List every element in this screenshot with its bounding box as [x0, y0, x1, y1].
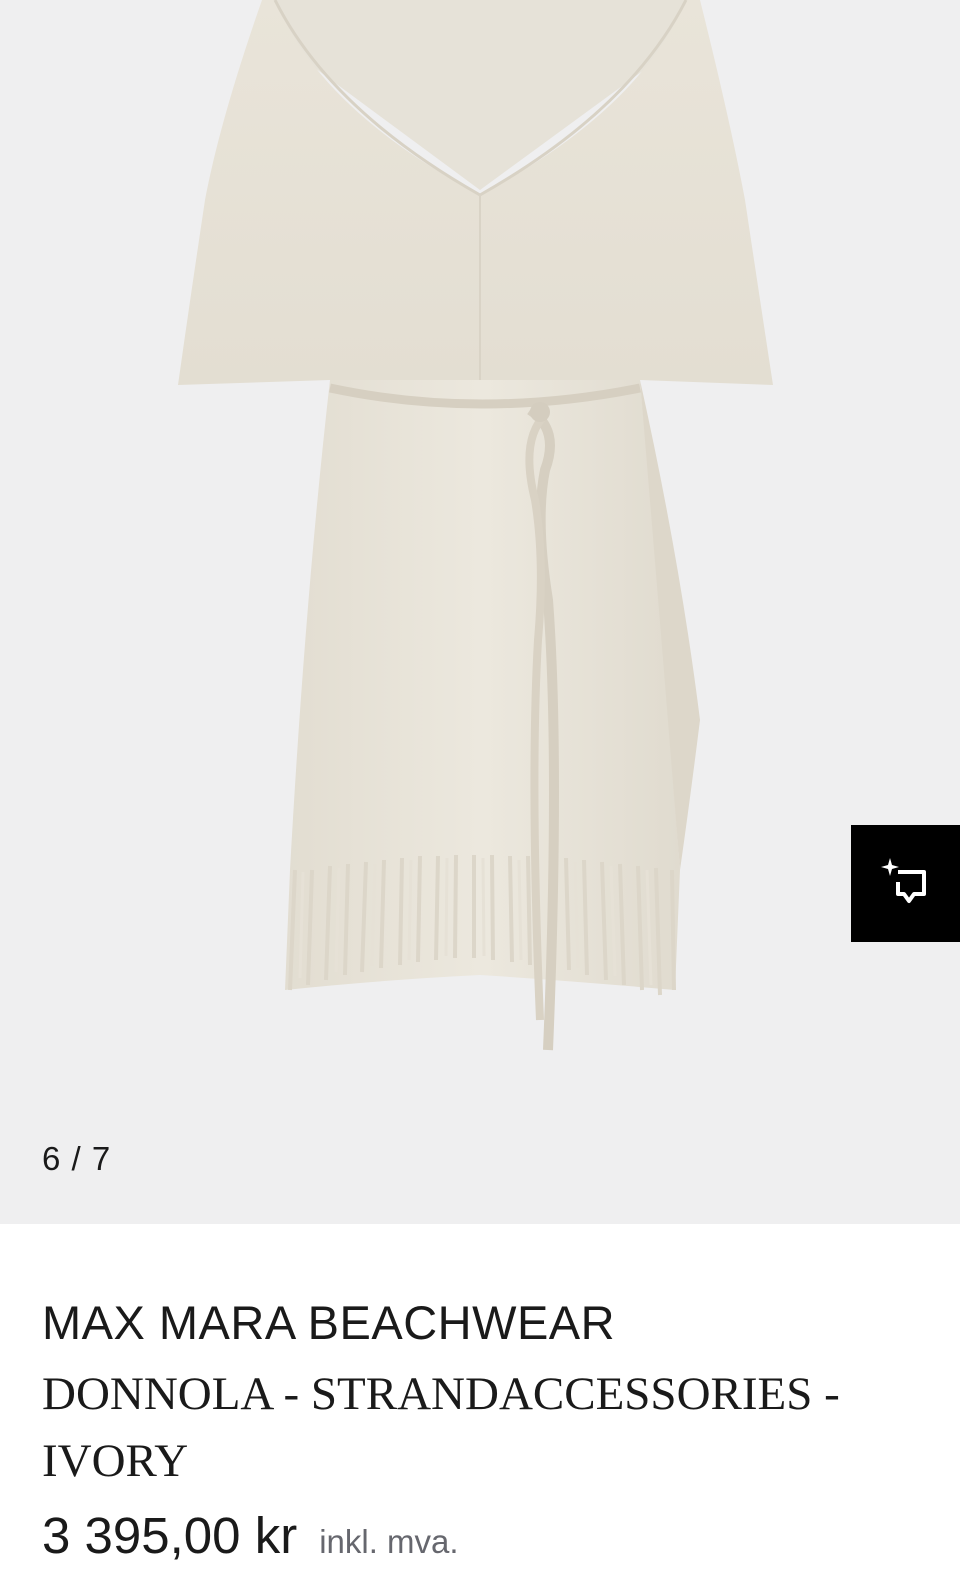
price: 3 395,00 kr — [42, 1507, 298, 1564]
find-similar-button[interactable] — [851, 825, 960, 942]
product-image[interactable] — [0, 0, 960, 1224]
image-counter: 6 / 7 — [42, 1140, 112, 1177]
product-name: DONNOLA - STRANDACCESSORIES - IVORY — [42, 1368, 840, 1487]
sparkle-crop-icon — [880, 857, 926, 903]
price-row: 3 395,00 kr inkl. mva. — [42, 1506, 459, 1565]
product-info: MAX MARA BEACHWEAR DONNOLA - STRANDACCES… — [0, 1224, 960, 1589]
product-gallery[interactable]: 6 / 7 — [0, 0, 960, 1224]
tax-note: inkl. mva. — [319, 1523, 459, 1560]
brand-name[interactable]: MAX MARA BEACHWEAR — [42, 1295, 615, 1350]
